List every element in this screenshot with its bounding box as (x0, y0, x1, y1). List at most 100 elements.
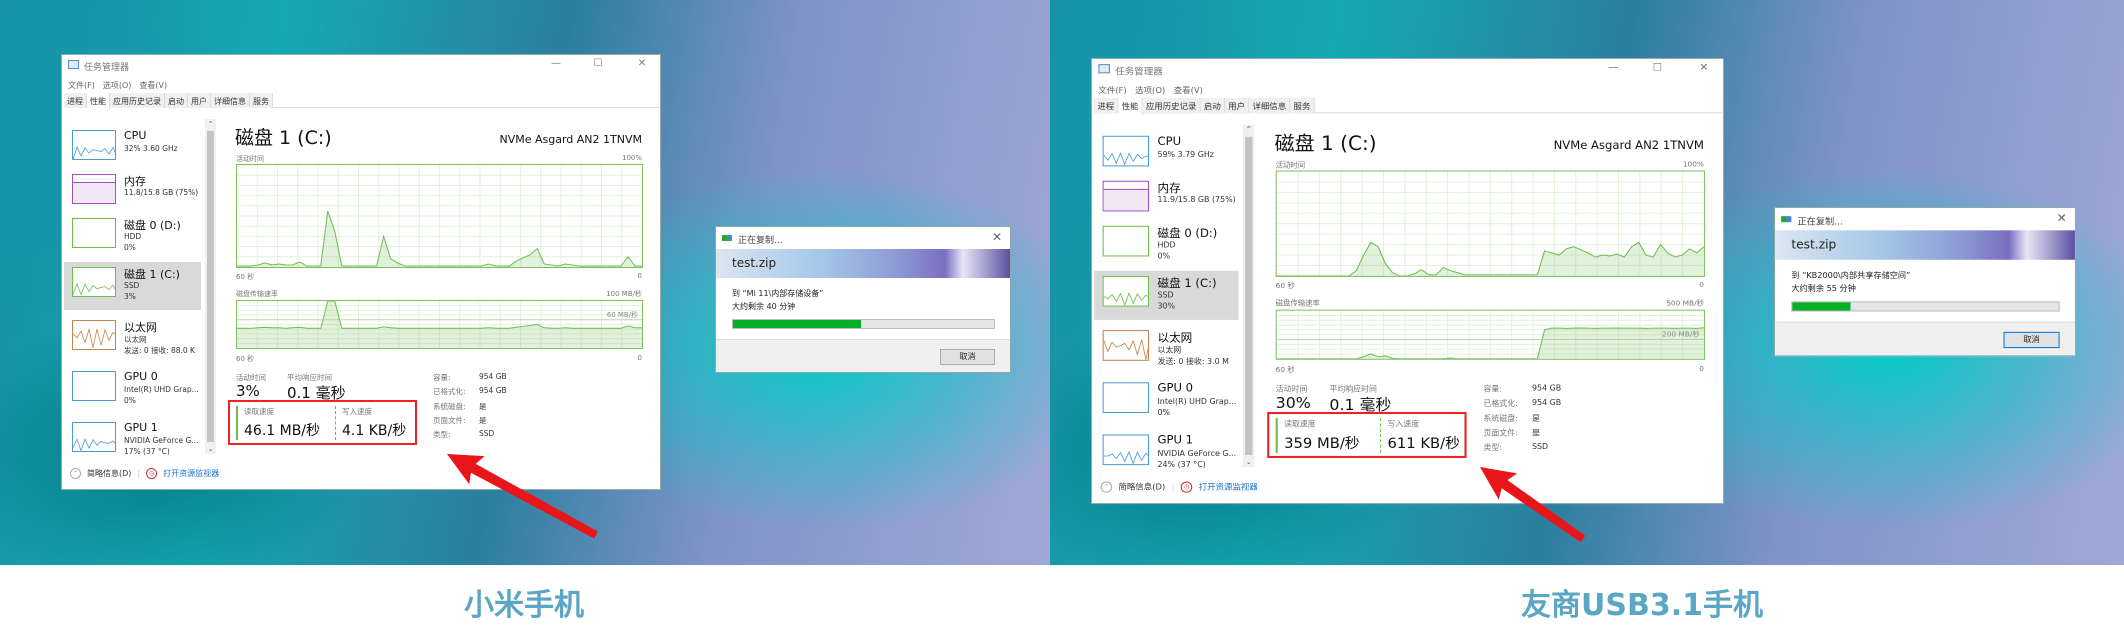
close-button[interactable]: ✕ (992, 230, 1002, 244)
cancel-button[interactable]: 取消 (2003, 331, 2060, 349)
sidebar-thumbnail-graph (72, 218, 116, 248)
red-arrow-icon (447, 454, 598, 539)
disk-title: 磁盘 1 (C:) (1274, 132, 1377, 156)
open-resource-monitor-link[interactable]: 打开资源监视器 (1199, 482, 1258, 493)
property-value: 954 GB (1531, 397, 1562, 408)
tab[interactable]: 应用历史记录 (1142, 97, 1201, 114)
scroll-down-icon[interactable]: ⌄ (205, 445, 216, 453)
progress-bar (1791, 301, 2060, 312)
tab[interactable]: 用户 (1224, 97, 1250, 114)
sidebar-item[interactable]: 磁盘 1 (C:) SSD 30% (1094, 270, 1239, 320)
minimize-button[interactable]: — (1605, 62, 1622, 76)
transfer-rate-chart: 60 MB/秒 (236, 300, 643, 349)
title-bar[interactable]: 任务管理器 — ☐ ✕ (1092, 59, 1723, 79)
read-speed-value: 46.1 MB/秒 (244, 423, 321, 439)
chevron-up-icon[interactable]: ⌃ (1100, 481, 1113, 493)
sidebar-thumbnail-graph (72, 267, 116, 297)
sidebar-item[interactable]: 内存 11.8/15.8 GB (75%) (64, 169, 201, 217)
sidebar-item-value: 0% (124, 396, 136, 405)
tab[interactable]: 详细信息 (211, 93, 250, 108)
sidebar-item[interactable]: CPU 59% 3.79 GHz (1094, 131, 1239, 180)
fewer-details-link[interactable]: 简略信息(D) (1118, 482, 1165, 493)
sidebar-item-detail: 以太网 (124, 335, 147, 344)
tab[interactable]: 服务 (250, 93, 273, 108)
minimize-button[interactable]: — (548, 58, 564, 72)
menu-item[interactable]: 查看(V) (1174, 85, 1203, 96)
scrollbar-thumb[interactable] (207, 131, 214, 442)
read-speed: 读取速度 359 MB/秒 (1275, 418, 1360, 453)
scroll-up-icon[interactable]: ⌃ (205, 120, 216, 128)
menu-item[interactable]: 文件(F) (1098, 85, 1126, 96)
sidebar-item-name: GPU 1 (124, 421, 158, 434)
menu-item[interactable]: 选项(O) (103, 80, 132, 91)
maximize-button[interactable]: ☐ (1649, 62, 1666, 76)
dialog-footer: 取消 (716, 339, 1010, 372)
sidebar-item[interactable]: 磁盘 0 (D:) HDD 0% (64, 213, 201, 261)
tab[interactable]: 启动 (1200, 97, 1225, 114)
scroll-up-icon[interactable]: ⌃ (1243, 126, 1255, 134)
sidebar-item-value: 0% (1157, 407, 1171, 418)
tab[interactable]: 服务 (1290, 97, 1315, 114)
sidebar-item-name: 以太网 (124, 321, 157, 334)
active-time-chart (1275, 170, 1706, 277)
write-speed-label: 写入速度 (1387, 419, 1420, 429)
chart-x-left: 60 秒 (236, 355, 255, 363)
sidebar-item-detail: 11.8/15.8 GB (75%) (124, 188, 199, 197)
sidebar-item[interactable]: GPU 0 Intel(R) UHD Grap... 0% (1094, 377, 1239, 426)
chevron-up-icon[interactable]: ⌃ (70, 468, 81, 479)
file-name: test.zip (732, 256, 777, 270)
sidebar-item[interactable]: GPU 0 Intel(R) UHD Grap... 0% (64, 366, 201, 414)
window-title: 任务管理器 (84, 63, 130, 73)
fewer-details-link[interactable]: 简略信息(D) (87, 468, 131, 479)
sidebar-scrollbar[interactable]: ⌃ ⌄ (1242, 124, 1255, 468)
sidebar-item-name: GPU 1 (1157, 433, 1194, 447)
dialog-title: 正在复制... (1797, 217, 1843, 228)
tab[interactable]: 应用历史记录 (110, 93, 165, 108)
chart-x-right: 0 (1699, 281, 1704, 290)
copy-icon (1781, 216, 1792, 223)
sidebar-item-value: 0% (124, 243, 136, 252)
menu-item[interactable]: 查看(V) (139, 80, 167, 91)
dialog-title: 正在复制... (738, 236, 783, 246)
sidebar-item[interactable]: 以太网 以太网 发送: 0 接收: 88.0 K (64, 315, 201, 363)
sidebar-item[interactable]: CPU 32% 3.60 GHz (64, 125, 201, 173)
property-label: 页面文件: (433, 415, 466, 425)
sidebar-scrollbar[interactable]: ⌃ ⌄ (205, 119, 216, 454)
sidebar-item[interactable]: 内存 11.9/15.8 GB (75%) (1094, 176, 1239, 225)
sidebar-item[interactable]: 磁盘 1 (C:) SSD 3% (64, 262, 201, 310)
disk-model: NVMe Asgard AN2 1TNVM (1553, 138, 1704, 153)
menu-item[interactable]: 选项(O) (1135, 85, 1165, 96)
tab[interactable]: 进程 (1094, 97, 1119, 114)
property-label: 类型: (1483, 442, 1502, 453)
sidebar-item-name: 磁盘 0 (D:) (1157, 226, 1218, 241)
tab[interactable]: 用户 (188, 93, 211, 108)
maximize-button[interactable]: ☐ (590, 58, 606, 72)
tab[interactable]: 详细信息 (1249, 97, 1291, 114)
sidebar-item-value: 30% (1157, 301, 1176, 311)
menu-bar: 文件(F) 选项(O) 查看(V) (68, 80, 167, 91)
tab[interactable]: 启动 (165, 93, 188, 108)
sidebar-item[interactable]: GPU 1 NVIDIA GeForce G... 24% (37 °C) (1094, 429, 1239, 478)
sidebar-item-value: 发送: 0 接收: 3.0 M (1157, 356, 1229, 366)
time-remaining: 大约剩余 40 分钟 (732, 302, 796, 311)
menu-item[interactable]: 文件(F) (68, 80, 95, 91)
tab[interactable]: 进程 (64, 93, 87, 108)
scroll-down-icon[interactable]: ⌄ (1243, 458, 1255, 466)
write-speed-label: 写入速度 (342, 407, 372, 416)
sidebar-item[interactable]: 磁盘 0 (D:) HDD 0% (1094, 221, 1239, 270)
property-label: 容量: (433, 373, 451, 382)
tab[interactable]: 性能 (87, 93, 110, 109)
close-button[interactable]: ✕ (1696, 62, 1713, 76)
open-resource-monitor-link[interactable]: 打开资源监视器 (163, 468, 219, 479)
close-button[interactable]: ✕ (634, 58, 650, 72)
title-bar[interactable]: 任务管理器 — ☐ ✕ (62, 55, 660, 75)
property-value: SSD (479, 429, 495, 439)
property-value: 954 GB (1531, 383, 1562, 393)
close-button[interactable]: ✕ (2056, 211, 2066, 225)
tab[interactable]: 性能 (1118, 97, 1143, 115)
sidebar-item[interactable]: 以太网 以太网 发送: 0 接收: 3.0 M (1094, 325, 1239, 374)
cancel-button[interactable]: 取消 (940, 349, 995, 365)
scrollbar-thumb[interactable] (1245, 136, 1253, 455)
sidebar-item[interactable]: GPU 1 NVIDIA GeForce G... 17% (37 °C) (64, 417, 201, 465)
sidebar-item-name: GPU 0 (124, 370, 158, 383)
